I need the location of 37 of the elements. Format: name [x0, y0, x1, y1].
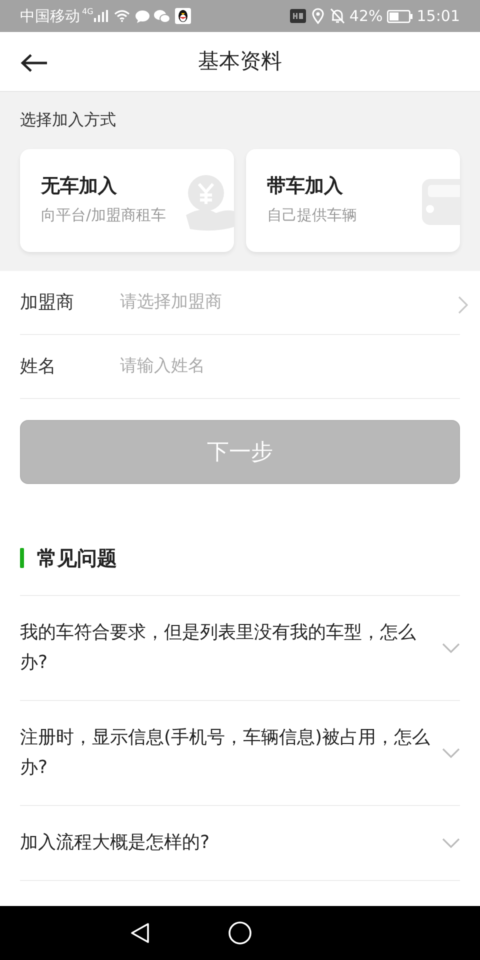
select-field[interactable]: 请选择加盟商	[120, 290, 458, 316]
chat-bubbles-icon	[154, 10, 170, 22]
section-label: 选择加入方式	[20, 109, 117, 131]
hd-icon	[290, 9, 306, 23]
faq-question: 注册时，显示信息(手机号，车辆信息)被占用，怎么办?	[20, 726, 432, 780]
bell-muted-icon	[330, 8, 346, 24]
faq-item[interactable]: 我的车符合要求，但是列表里没有我的车型，怎么办?	[20, 595, 460, 700]
faq-title: 常见问题	[37, 545, 117, 572]
input-field[interactable]: 请输入姓名	[120, 354, 460, 380]
option-subtitle: 向平台/加盟商租车	[41, 205, 166, 225]
option-title: 带车加入	[267, 174, 343, 199]
faq-question: 我的车符合要求，但是列表里没有我的车型，怎么办?	[20, 621, 417, 675]
faq-question: 加入流程大概是怎样的?	[20, 831, 211, 855]
option-title: 无车加入	[41, 174, 117, 199]
clock-time: 15:01	[416, 6, 460, 27]
wifi-icon	[114, 10, 130, 22]
battery-percent: 42%	[349, 6, 383, 27]
join-option-card[interactable]: 无车加入 向平台/加盟商租车	[20, 149, 234, 252]
chevron-right-icon	[458, 296, 468, 314]
circle-icon	[228, 921, 252, 945]
faq-item[interactable]: 加入流程大概是怎样的?	[20, 805, 460, 880]
join-option-card[interactable]: 带车加入 自己提供车辆	[246, 149, 460, 252]
option-subtitle: 自己提供车辆	[267, 205, 357, 225]
field-label: 加盟商	[20, 291, 75, 315]
triangle-icon	[130, 922, 150, 944]
back-arrow-icon	[20, 53, 48, 73]
location-icon	[312, 8, 324, 24]
network-type: 4G	[82, 6, 94, 18]
signal-icon	[94, 10, 108, 22]
battery-icon	[386, 10, 413, 22]
field-label: 姓名	[20, 355, 57, 379]
accent-bar	[20, 548, 24, 568]
page-title: 基本资料	[198, 48, 282, 75]
penguin-icon	[175, 8, 192, 24]
carrier-name: 中国移动	[20, 6, 80, 27]
faq-item[interactable]: 注册时，显示信息(手机号，车辆信息)被占用，怎么办?	[20, 700, 460, 805]
chat-bubble-icon	[135, 10, 150, 22]
